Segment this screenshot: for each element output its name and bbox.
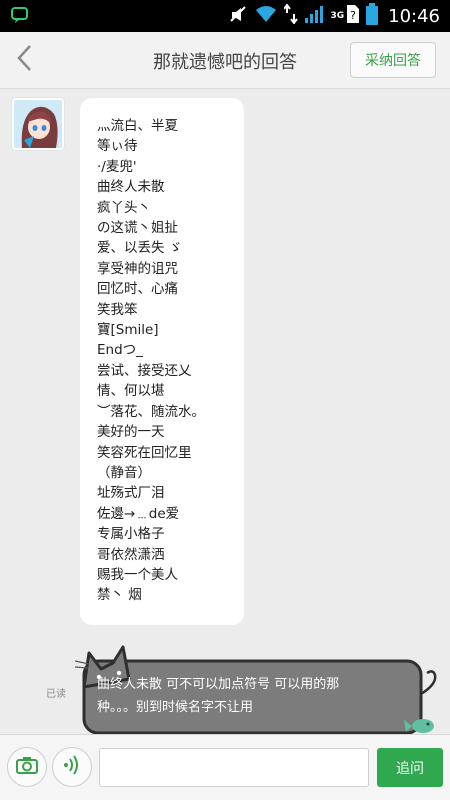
message-line: 哥依然潇洒 (97, 546, 165, 563)
network-type: 3G (330, 11, 345, 21)
camera-button[interactable] (7, 747, 47, 787)
message-line: ︶落花、随流水。 (97, 403, 205, 420)
message-line: の这谎丶姐扯 (97, 220, 178, 237)
message-input[interactable] (99, 748, 369, 787)
message-line: 佐邊→﹍de爱 (97, 505, 180, 522)
chat-area[interactable]: 灬流白、半夏 等ぃ待 ·/麦兜' 曲终人未散疯丫头丶の这谎丶姐扯 爱、以丢失 ゞ享受神的… (0, 89, 450, 735)
voice-button[interactable] (52, 747, 92, 787)
received-message[interactable]: 灬流白、半夏 等ぃ待 ·/麦兜' 曲终人未散疯丫头丶の这谎丶姐扯 爱、以丢失 ゞ享受神的… (80, 98, 244, 625)
camera-icon (15, 755, 39, 779)
avatar[interactable] (12, 98, 64, 150)
message-line: 禁丶 烟 (97, 587, 142, 604)
read-status: 已读 (46, 689, 66, 700)
message-line: 址殇式厂泪 (97, 485, 165, 502)
message-line: 回忆时、心痛 (97, 281, 178, 298)
message-line: 爱、以丢失 ゞ (97, 240, 183, 257)
wifi-icon (254, 4, 278, 28)
svg-text:?: ? (350, 9, 356, 22)
message-line: ·/麦兜' (97, 158, 137, 175)
message-line: 笑我笨 (97, 301, 138, 318)
message-line: 美好的一天 (97, 424, 165, 441)
message-line: 尝试、接受还乂 (97, 362, 192, 379)
message-line: 曲终人未散 (97, 179, 165, 196)
clock: 10:46 (388, 5, 440, 27)
input-bar: 追问 (0, 734, 450, 800)
message-line: 等ぃ待 (97, 138, 138, 155)
accept-answer-button[interactable]: 采纳回答 (350, 42, 436, 78)
data-transfer-icon (283, 3, 299, 28)
message-line: 灬流白、半夏 (97, 118, 178, 134)
sent-message[interactable]: 曲终人未散 可不可以加点符号 可以用的那 种。。。别到时候名字不让用 (75, 639, 445, 739)
sent-message-line: 种。。。别到时候名字不让用 (97, 700, 254, 715)
status-bar: 3G ? 10:46 (0, 0, 450, 32)
message-line: 情、何以堪 (97, 383, 165, 400)
ask-again-button[interactable]: 追问 (377, 748, 443, 787)
message-line: 疯丫头丶 (97, 199, 151, 216)
message-line: 赐我一个美人 (97, 566, 178, 583)
message-line: 寶[Smile] (97, 322, 159, 339)
battery-icon (366, 3, 379, 29)
voice-icon (61, 754, 83, 780)
sent-message-text: 曲终人未散 可不可以加点符号 可以用的那 种。。。别到时候名字不让用 (97, 673, 417, 719)
chat-notification-icon (10, 6, 30, 24)
mute-icon (228, 4, 248, 28)
navigation-bar: 那就遗憾吧的回答 采纳回答 (0, 32, 450, 89)
message-line: （静音） (97, 464, 151, 481)
message-line: Endつ_ (97, 342, 143, 359)
message-line: 享受神的诅咒 (97, 260, 178, 277)
signal-icon (304, 4, 324, 28)
unknown-sim-icon: ? (346, 4, 360, 28)
message-line: 笑容死在回忆里 (97, 444, 192, 461)
message-line: 专属小格子 (97, 526, 165, 543)
sent-message-line: 曲终人未散 可不可以加点符号 可以用的那 (97, 677, 340, 692)
